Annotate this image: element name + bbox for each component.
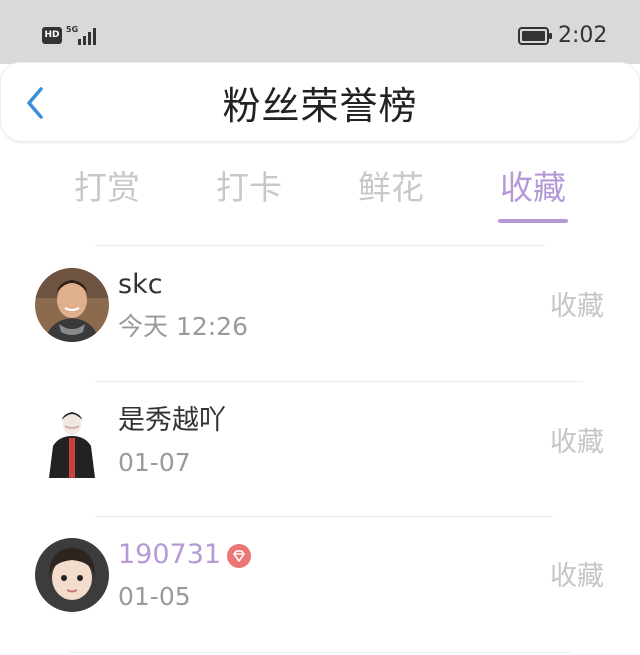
- list-item[interactable]: 190731 01-05 收藏: [0, 522, 640, 652]
- fan-time: 今天 12:26: [118, 312, 248, 341]
- fan-name: skc: [118, 269, 163, 300]
- battery-icon: [518, 27, 552, 45]
- tab-flowers[interactable]: 鲜花: [356, 166, 426, 216]
- avatar[interactable]: [35, 404, 109, 478]
- title-bar: 粉丝荣誉榜: [0, 62, 640, 142]
- fan-action-label: 收藏: [550, 561, 604, 592]
- fan-action-label: 收藏: [550, 427, 604, 458]
- avatar[interactable]: [35, 538, 109, 612]
- divider: [95, 516, 553, 517]
- tab-bar: 打赏 打卡 鲜花 收藏: [0, 160, 640, 230]
- list-item[interactable]: 是秀越吖 01-07 收藏: [0, 388, 640, 518]
- fan-name-row: 190731: [118, 538, 252, 572]
- page-title: 粉丝荣誉榜: [222, 84, 418, 128]
- active-tab-indicator: [498, 219, 568, 223]
- fan-name: 是秀越吖: [118, 405, 226, 436]
- signal-icon: [78, 28, 96, 45]
- clock: 2:02: [558, 23, 608, 48]
- tab-checkin[interactable]: 打卡: [214, 166, 284, 216]
- network-type: 5G: [66, 25, 79, 34]
- divider: [70, 652, 570, 653]
- fan-time: 01-05: [118, 582, 191, 611]
- fan-time: 01-07: [118, 448, 191, 477]
- tab-reward[interactable]: 打赏: [72, 166, 142, 216]
- status-bar: HD 5G 2:02: [0, 0, 640, 64]
- fan-name: 190731: [118, 539, 222, 570]
- list-item[interactable]: skc 今天 12:26 收藏: [0, 252, 640, 382]
- diamond-badge-icon: [227, 543, 252, 568]
- tab-favorites[interactable]: 收藏: [498, 166, 568, 216]
- divider: [95, 245, 545, 246]
- hd-indicator: HD: [42, 27, 62, 44]
- avatar[interactable]: [35, 268, 109, 342]
- fan-action-label: 收藏: [550, 291, 604, 322]
- divider: [95, 381, 583, 382]
